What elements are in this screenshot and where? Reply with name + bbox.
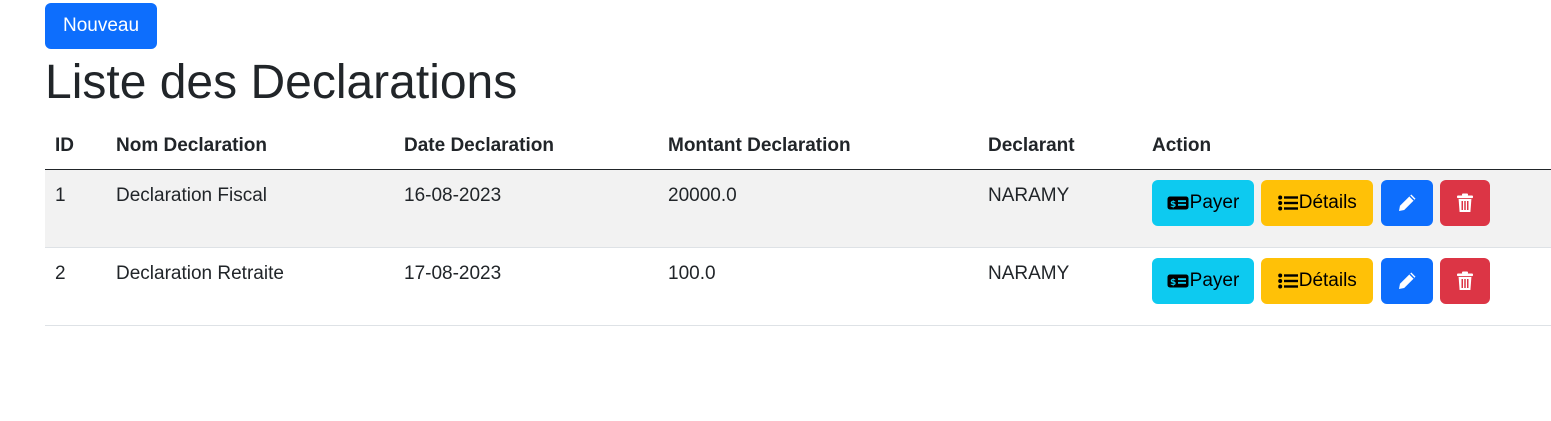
pencil-icon [1398, 272, 1416, 289]
table-row: 1 Declaration Fiscal 16-08-2023 20000.0 … [45, 169, 1551, 248]
column-header-id: ID [45, 123, 106, 170]
column-header-action: Action [1142, 123, 1551, 170]
cell-actions: $ Payer Détails [1142, 169, 1551, 248]
svg-text:$: $ [1170, 278, 1176, 288]
cell-declarant-text: NARAMY [988, 185, 1070, 206]
pay-label: Payer [1189, 270, 1240, 291]
column-header-declarant: Declarant [978, 123, 1142, 170]
cell-montant-text: 100.0 [668, 263, 716, 284]
cell-id: 2 [45, 247, 106, 326]
details-label: Détails [1298, 270, 1357, 291]
page-title: Liste des Declarations [45, 56, 518, 109]
cell-nom: Declaration Retraite [106, 247, 394, 326]
cell-date-text: 17-08-2023 [404, 263, 502, 284]
cell-montant-text: 20000.0 [668, 185, 737, 206]
table-row: 2 Declaration Retraite 17-08-2023 100.0 … [45, 247, 1551, 326]
pay-button[interactable]: $ Payer [1152, 258, 1254, 304]
cell-id: 1 [45, 169, 106, 248]
trash-icon [1456, 271, 1473, 290]
details-button[interactable]: Détails [1261, 258, 1374, 304]
list-icon [1277, 195, 1298, 211]
page: Nouveau Liste des Declarations ID Nom De… [0, 0, 1551, 421]
edit-button[interactable] [1380, 258, 1433, 304]
cell-declarant: NARAMY [978, 169, 1142, 248]
edit-button[interactable] [1380, 180, 1433, 226]
delete-button[interactable] [1439, 258, 1490, 304]
declarations-table: ID Nom Declaration Date Declaration Mont… [45, 123, 1551, 326]
cell-actions: $ Payer Détails [1142, 247, 1551, 326]
table-header-row: ID Nom Declaration Date Declaration Mont… [45, 123, 1551, 170]
pencil-icon [1398, 194, 1416, 211]
cell-nom: Declaration Fiscal [106, 169, 394, 248]
new-button[interactable]: Nouveau [45, 3, 157, 49]
cell-nom-text: Declaration Retraite [116, 263, 284, 284]
column-header-date: Date Declaration [394, 123, 658, 170]
trash-icon [1456, 193, 1473, 212]
cell-id-text: 2 [55, 263, 66, 284]
cell-date-text: 16-08-2023 [404, 185, 502, 206]
cell-nom-text: Declaration Fiscal [116, 185, 267, 206]
cash-icon: $ [1167, 196, 1189, 210]
cell-id-text: 1 [55, 185, 66, 206]
svg-text:$: $ [1170, 200, 1176, 210]
cell-montant: 20000.0 [658, 169, 978, 248]
cell-montant: 100.0 [658, 247, 978, 326]
list-icon [1277, 273, 1298, 289]
details-button[interactable]: Détails [1261, 180, 1374, 226]
pay-button[interactable]: $ Payer [1152, 180, 1254, 226]
cell-declarant: NARAMY [978, 247, 1142, 326]
details-label: Détails [1298, 192, 1357, 213]
delete-button[interactable] [1439, 180, 1490, 226]
column-header-montant: Montant Declaration [658, 123, 978, 170]
cell-date: 16-08-2023 [394, 169, 658, 248]
cell-declarant-text: NARAMY [988, 263, 1070, 284]
column-header-nom: Nom Declaration [106, 123, 394, 170]
pay-label: Payer [1189, 192, 1240, 213]
cell-date: 17-08-2023 [394, 247, 658, 326]
cash-icon: $ [1167, 274, 1189, 288]
